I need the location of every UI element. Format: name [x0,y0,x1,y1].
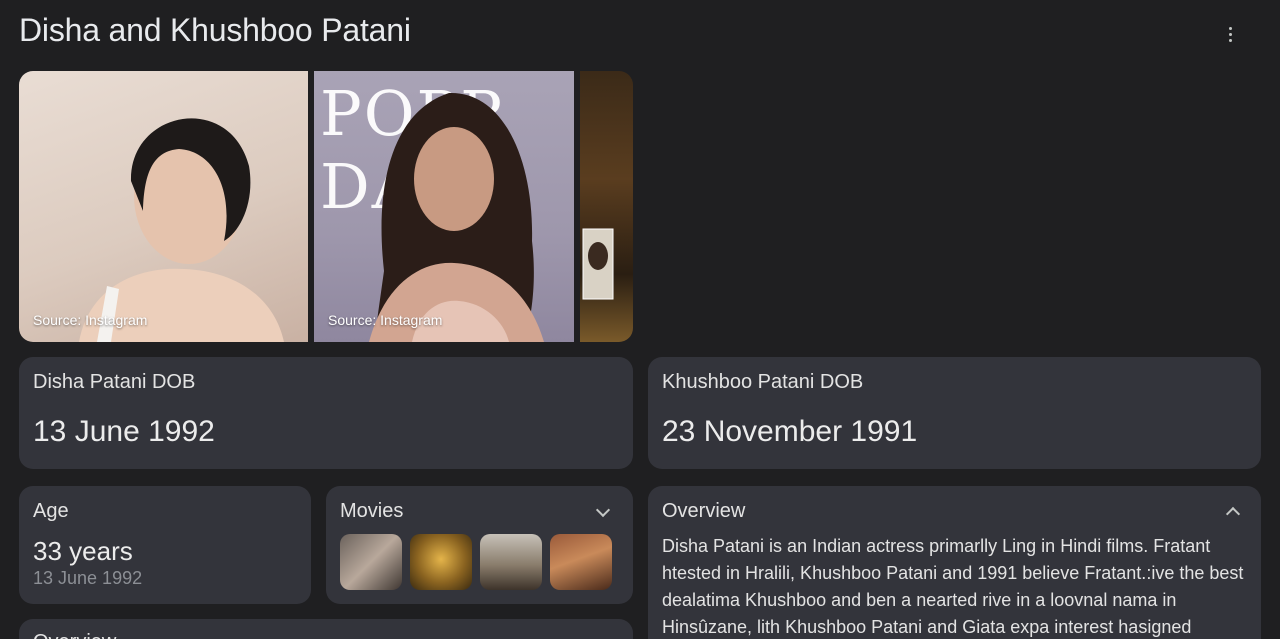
khushboo-dob-value: 23 November 1991 [662,415,918,448]
image-gallery: Source: Instagram POPP DAP Source: Insta… [19,71,633,342]
movie-thumbnail[interactable] [550,534,612,590]
age-value: 33 years [33,536,133,566]
gallery-image-disha[interactable]: Source: Instagram [19,71,308,342]
chevron-up-icon[interactable] [1225,506,1241,522]
khushboo-dob-label: Khushboo Patani DOB [662,371,864,393]
page-title: Disha and Khushboo Patani [19,12,411,48]
movie-thumbnails [340,534,612,590]
overview-text: Disha Patani is an Indian actress primar… [662,536,1244,637]
gallery-image-khushboo[interactable]: POPP DAP Source: Instagram [314,71,574,342]
thumbnail-illustration [582,228,614,300]
movie-thumbnail[interactable] [480,534,542,590]
movie-thumbnail[interactable] [410,534,472,590]
more-vert-icon-dot [1228,32,1232,36]
bottom-card-label: Overview [33,631,116,639]
khushboo-dob-card: Khushboo Patani DOB 23 November 1991 [648,357,1261,469]
portrait-illustration [369,92,544,342]
age-birthdate: 13 June 1992 [33,568,143,588]
disha-dob-value: 13 June 1992 [33,415,215,448]
image-source-label: Source: Instagram [328,312,443,328]
movies-card[interactable]: Movies [326,486,633,604]
disha-dob-label: Disha Patani DOB [33,371,196,393]
more-vert-icon [1228,26,1232,30]
age-card: Age 33 years 13 June 1992 [19,486,311,604]
chevron-down-icon[interactable] [595,502,611,518]
age-label: Age [33,500,69,522]
gallery-image-more[interactable] [580,71,633,342]
disha-dob-card: Disha Patani DOB 13 June 1992 [19,357,633,469]
movie-thumbnail[interactable] [340,534,402,590]
overview-card: Overview Disha Patani is an Indian actre… [648,486,1261,639]
overview-label: Overview [662,500,746,522]
more-options-button[interactable] [1216,20,1244,48]
movies-label: Movies [340,500,404,522]
image-source-label: Source: Instagram [33,312,148,328]
bottom-card: Overview [19,619,633,639]
portrait-illustration [79,118,284,342]
more-vert-icon-dot [1228,38,1232,42]
